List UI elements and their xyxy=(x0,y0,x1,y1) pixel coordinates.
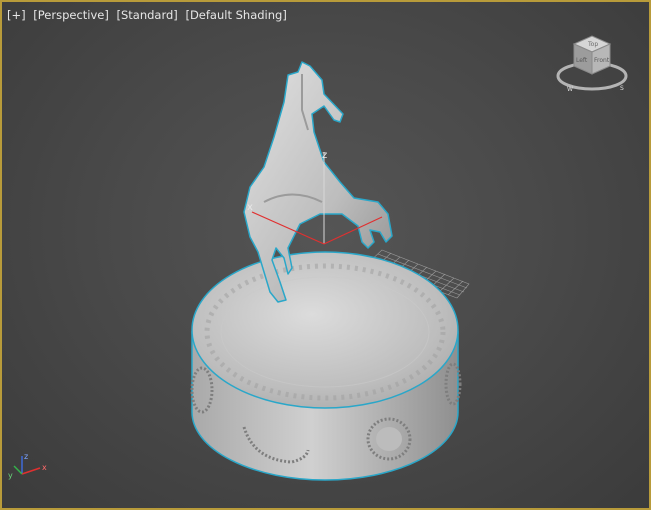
viewcube-top-label: Top xyxy=(587,41,598,48)
gizmo-x-label: x xyxy=(247,202,253,213)
scene-canvas[interactable]: z x xyxy=(2,2,649,508)
perspective-viewport[interactable]: [+] [Perspective] [Standard] [Default Sh… xyxy=(0,0,651,510)
viewcube-front-label: Front xyxy=(594,57,610,64)
world-axis-tripod: z x y xyxy=(8,452,47,480)
axis-x-label: x xyxy=(42,463,47,472)
gizmo-z-label: z xyxy=(322,150,327,161)
pedestal-cylinder[interactable] xyxy=(190,251,462,481)
viewcube-compass-s[interactable]: S xyxy=(620,85,624,92)
axis-y-label: y xyxy=(8,471,13,480)
axis-z-label: z xyxy=(24,452,28,461)
viewcube[interactable]: Top Left Front W S xyxy=(554,32,634,98)
viewcube-left-label: Left xyxy=(576,57,588,64)
viewcube-compass-w[interactable]: W xyxy=(567,86,573,93)
